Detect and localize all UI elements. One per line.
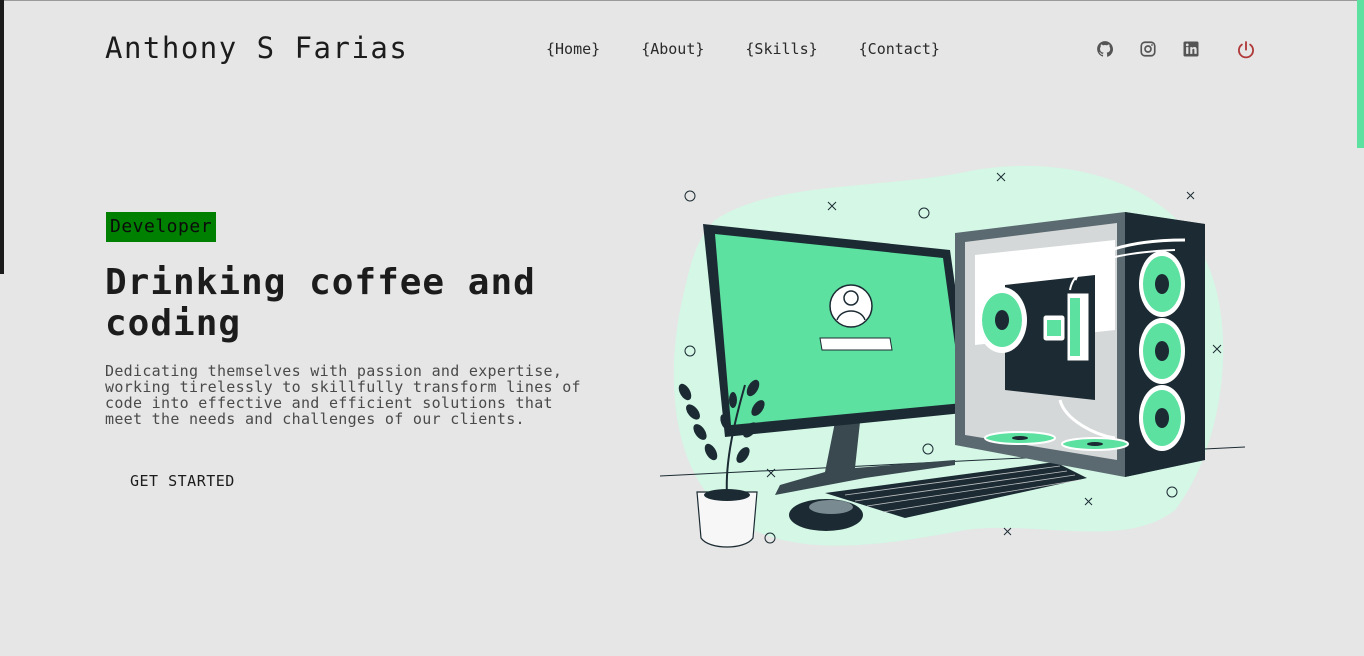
social-links [1096,40,1225,58]
instagram-icon[interactable] [1139,40,1157,58]
top-border [0,0,1364,1]
nav-contact[interactable]: {Contact} [859,40,940,58]
nav-skills[interactable]: {Skills} [745,40,817,58]
power-icon[interactable] [1236,40,1256,60]
nav-home[interactable]: {Home} [546,40,600,58]
github-icon[interactable] [1096,40,1114,58]
linkedin-icon[interactable] [1182,40,1200,58]
computer-illustration [655,160,1255,555]
left-edge-bar [0,0,4,274]
nav-about[interactable]: {About} [641,40,704,58]
get-started-button[interactable]: GET STARTED [105,466,255,496]
role-tag: Developer [106,212,217,242]
hero-headline: Drinking coffee and coding [105,262,536,344]
main-nav: {Home} {About} {Skills} {Contact} [546,40,940,58]
brand-name[interactable]: Anthony S Farias [105,31,408,65]
scroll-indicator[interactable] [1357,0,1364,148]
hero-description: Dedicating themselves with passion and e… [105,362,581,428]
